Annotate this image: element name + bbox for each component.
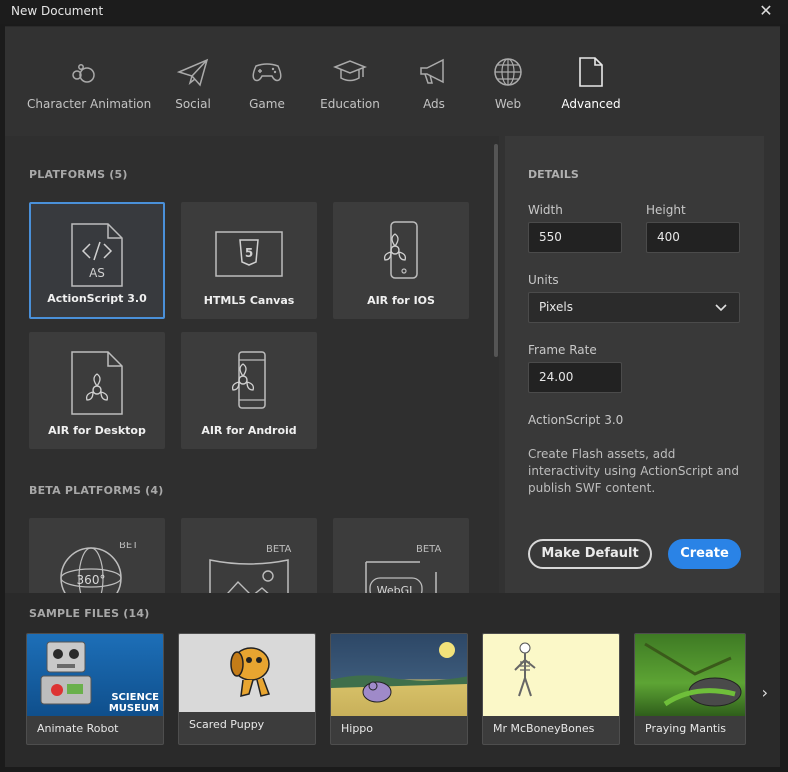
- platforms-heading: PLATFORMS (5): [29, 168, 128, 181]
- tab-label: Web: [494, 97, 522, 111]
- height-label: Height: [646, 203, 686, 217]
- platform-html5-canvas[interactable]: 5 HTML5 Canvas: [181, 202, 317, 319]
- megaphone-icon: [420, 58, 444, 84]
- sample-files-heading: SAMPLE FILES (14): [29, 607, 150, 620]
- sample-hippo[interactable]: Hippo: [330, 633, 468, 745]
- units-label: Units: [528, 273, 559, 287]
- platform-label: HTML5 Canvas: [203, 294, 295, 307]
- platforms-panel[interactable]: PLATFORMS (5) AS ActionScript 3.0 5 HTML…: [5, 136, 499, 593]
- units-select[interactable]: Pixels: [528, 292, 740, 323]
- android-phone-icon: [231, 351, 266, 409]
- new-document-dialog: Character Animation Social Game Educatio…: [5, 26, 780, 767]
- sample-scared-puppy[interactable]: Scared Puppy: [178, 633, 316, 745]
- sample-thumbnail: [635, 634, 745, 716]
- tab-label: Advanced: [561, 97, 621, 111]
- window-title: New Document: [11, 4, 104, 18]
- sample-label: Animate Robot: [37, 722, 119, 735]
- document-icon: [579, 57, 603, 87]
- platforms-scrollbar[interactable]: [494, 144, 498, 357]
- tab-label: Education: [320, 97, 380, 111]
- html5-icon-text: 5: [245, 246, 253, 260]
- tab-label: Game: [249, 97, 285, 111]
- sample-thumbnail: [331, 634, 467, 716]
- webgl-icon-text: WebGL: [377, 584, 417, 593]
- ios-phone-icon: [383, 221, 418, 279]
- beta-badge: BETA: [266, 544, 292, 555]
- sample-animate-robot[interactable]: SCIENCE MUSEUM Animate Robot: [26, 633, 164, 745]
- title-bar: New Document ✕: [0, 0, 788, 24]
- platform-name: ActionScript 3.0: [528, 413, 624, 427]
- webgl-icon: WebGL BETA: [365, 544, 442, 593]
- tab-social[interactable]: Social: [173, 55, 213, 135]
- close-icon[interactable]: ✕: [758, 2, 774, 20]
- sample-mr-mcboneybones[interactable]: Mr McBoneyBones: [482, 633, 620, 745]
- sample-praying-mantis[interactable]: Praying Mantis: [634, 633, 746, 745]
- vr360-icon-text: 360°: [77, 573, 106, 587]
- tab-character-animation[interactable]: Character Animation: [27, 55, 152, 135]
- frame-rate-label: Frame Rate: [528, 343, 597, 357]
- tab-label: Character Animation: [27, 97, 152, 111]
- hippo-thumbnail-icon: [331, 642, 467, 703]
- globe-icon: [494, 58, 522, 86]
- frame-rate-input[interactable]: 24.00: [528, 362, 622, 393]
- tab-web[interactable]: Web: [491, 55, 525, 135]
- platform-air-android[interactable]: AIR for Android: [181, 332, 317, 449]
- beta-badge: BETA: [416, 544, 442, 555]
- platform-air-ios[interactable]: AIR for IOS: [333, 202, 469, 319]
- sample-label: Praying Mantis: [645, 722, 727, 735]
- platform-actionscript-3[interactable]: AS ActionScript 3.0: [29, 202, 165, 319]
- puppy-thumbnail-icon: [230, 647, 270, 697]
- skeleton-thumbnail-icon: [514, 642, 536, 697]
- sample-label: Mr McBoneyBones: [493, 722, 595, 735]
- as-icon-text: AS: [89, 266, 105, 280]
- sample-thumbnail: [483, 634, 619, 716]
- tab-label: Social: [175, 97, 211, 111]
- tab-ads[interactable]: Ads: [417, 55, 451, 135]
- science-museum-logo: SCIENCE MUSEUM: [108, 692, 159, 714]
- mantis-thumbnail-icon: [644, 642, 742, 707]
- platform-label: AIR for Desktop: [48, 424, 146, 437]
- platform-description: Create Flash assets, add interactivity u…: [528, 447, 740, 495]
- tab-education[interactable]: Education: [320, 55, 380, 135]
- platform-air-desktop[interactable]: AIR for Desktop: [29, 332, 165, 449]
- beta-badge: BETA: [119, 542, 137, 551]
- graduation-cap-icon: [333, 60, 367, 82]
- details-panel: DETAILS Width 550 Height 400 Units Pixel…: [505, 136, 764, 593]
- category-bar: Character Animation Social Game Educatio…: [5, 27, 780, 138]
- tab-advanced[interactable]: Advanced: [561, 55, 621, 138]
- width-label: Width: [528, 203, 563, 217]
- beta-platform-vr-panorama[interactable]: BETA: [181, 518, 317, 593]
- html5-icon: 5: [215, 231, 283, 277]
- beta-platforms-heading: BETA PLATFORMS (4): [29, 484, 164, 497]
- tab-game[interactable]: Game: [247, 55, 287, 135]
- sample-thumbnail: [179, 634, 315, 712]
- chevron-right-icon[interactable]: ›: [762, 683, 768, 702]
- chevron-down-icon: [715, 304, 727, 312]
- gamepad-icon: [252, 63, 282, 82]
- platform-label: AIR for IOS: [367, 294, 435, 307]
- air-desktop-icon: [71, 351, 123, 415]
- platform-label: AIR for Android: [201, 424, 297, 437]
- details-heading: DETAILS: [528, 168, 579, 181]
- make-default-button[interactable]: Make Default: [528, 539, 652, 569]
- height-input[interactable]: 400: [646, 222, 740, 253]
- actionscript-file-icon: AS: [71, 223, 123, 287]
- sample-label: Scared Puppy: [189, 718, 265, 731]
- paper-plane-icon: [176, 58, 209, 87]
- beta-platform-vr360[interactable]: 360° BETA: [29, 518, 165, 593]
- beta-platform-webgl[interactable]: WebGL BETA: [333, 518, 469, 593]
- units-value: Pixels: [539, 300, 574, 314]
- sample-files-panel: SAMPLE FILES (14) SCIENCE MUSEUM Animate…: [5, 593, 780, 767]
- tab-label: Ads: [423, 97, 445, 111]
- platform-label: ActionScript 3.0: [47, 292, 147, 305]
- character-animation-icon: [72, 64, 95, 83]
- create-button[interactable]: Create: [668, 539, 741, 569]
- sample-label: Hippo: [341, 722, 374, 735]
- vr-panorama-icon: BETA: [209, 544, 292, 593]
- vr-360-icon: 360° BETA: [60, 542, 137, 593]
- width-input[interactable]: 550: [528, 222, 622, 253]
